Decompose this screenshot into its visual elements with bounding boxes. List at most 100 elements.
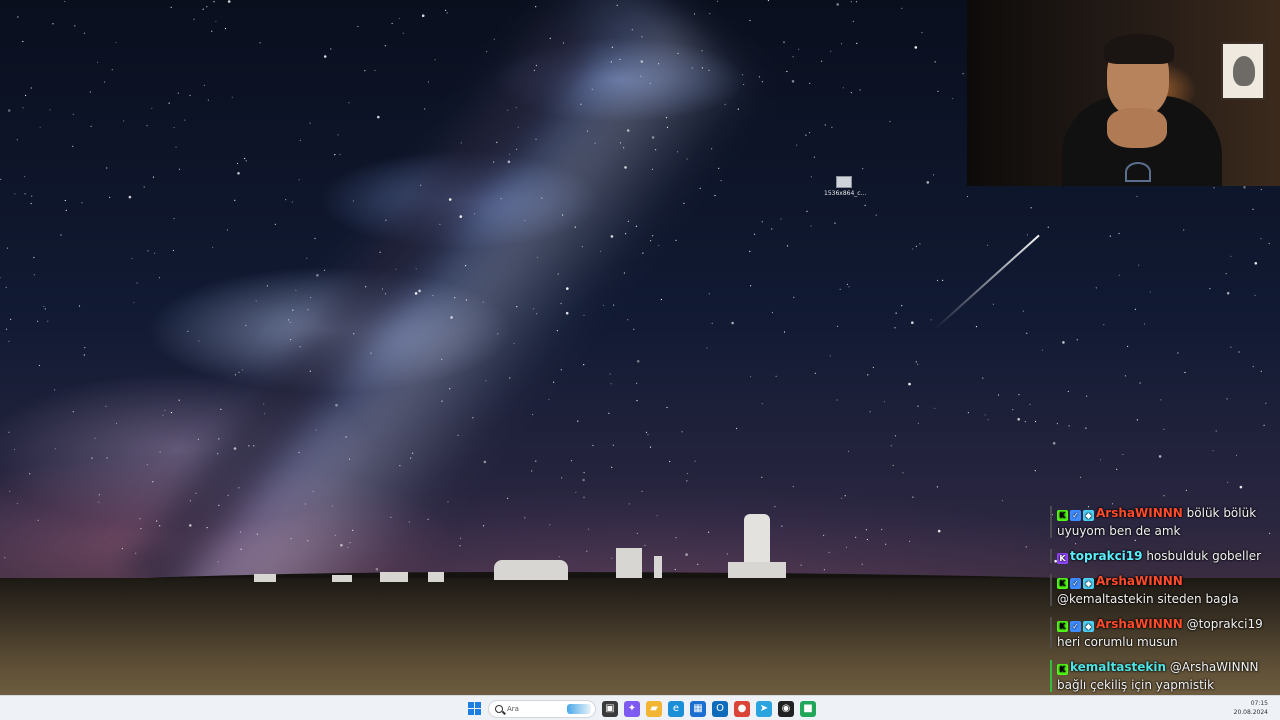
star	[677, 52, 679, 55]
star	[613, 304, 615, 306]
star	[1118, 232, 1120, 235]
star	[290, 538, 292, 540]
star	[177, 92, 179, 94]
star	[516, 148, 518, 150]
star	[911, 321, 914, 325]
chat-username[interactable]: ArshaWINNN	[1096, 506, 1183, 520]
store-icon[interactable]: ▦	[690, 700, 706, 717]
star	[410, 457, 412, 459]
star	[780, 218, 782, 220]
clock-date: 20.08.2024	[1233, 709, 1268, 716]
chat-username[interactable]: ArshaWINNN	[1096, 574, 1183, 588]
star	[1056, 423, 1058, 425]
star	[987, 244, 989, 246]
star	[655, 149, 657, 151]
star	[844, 495, 846, 497]
star	[535, 138, 537, 140]
star	[921, 31, 923, 34]
star	[263, 403, 265, 405]
chat-username[interactable]: ArshaWINNN	[1096, 617, 1183, 631]
search-input[interactable]: Ara	[488, 699, 596, 718]
star	[408, 521, 410, 523]
edge-icon[interactable]: e	[668, 700, 684, 717]
star	[345, 436, 347, 438]
star	[508, 153, 511, 155]
star	[323, 55, 327, 58]
wall-painting	[1221, 42, 1265, 100]
star	[852, 20, 855, 22]
star	[241, 369, 244, 371]
star	[172, 249, 174, 252]
telegram-icon[interactable]: ➤	[756, 700, 772, 717]
verified-badge-icon: ✓	[1070, 621, 1081, 632]
folder-icon[interactable]: ▰	[646, 700, 662, 717]
star	[823, 569, 826, 571]
chat-username[interactable]: toprakci19	[1070, 549, 1143, 563]
star	[348, 458, 351, 460]
kick-badge-icon: K	[1057, 578, 1068, 589]
star	[37, 519, 39, 521]
star	[675, 239, 677, 241]
star	[570, 460, 573, 462]
star	[1158, 455, 1162, 458]
star	[379, 251, 381, 253]
system-clock[interactable]: 07:15 20.08.2024	[1234, 699, 1268, 717]
star	[761, 403, 763, 405]
star	[805, 134, 807, 136]
star	[556, 330, 559, 332]
star	[189, 524, 192, 527]
star	[917, 405, 919, 407]
star	[1227, 481, 1229, 483]
star	[248, 445, 250, 447]
obs-icon[interactable]: ◉	[778, 700, 794, 717]
star	[450, 316, 453, 319]
start-button[interactable]	[466, 701, 482, 717]
star	[660, 298, 663, 301]
star	[7, 109, 11, 112]
star	[78, 305, 81, 307]
star	[159, 525, 161, 527]
star	[189, 94, 191, 96]
star	[274, 223, 276, 225]
star	[649, 446, 652, 448]
star	[1263, 424, 1265, 426]
star	[793, 296, 795, 298]
star	[524, 219, 526, 222]
star	[697, 563, 699, 565]
star	[330, 48, 332, 50]
star	[934, 407, 936, 409]
image-file-icon	[836, 176, 852, 188]
desktop-file-icon[interactable]: 1536x864_c...	[824, 176, 866, 197]
chat-message: K ✓ ◆ ArshaWINNN @toprakci19 heri corumlu m…	[1050, 615, 1276, 651]
star	[9, 490, 11, 492]
star	[666, 126, 669, 128]
star	[536, 313, 538, 315]
star	[686, 472, 689, 475]
star	[1047, 226, 1049, 228]
star	[288, 319, 290, 321]
star	[549, 524, 551, 526]
search-highlight-icon	[567, 703, 591, 714]
chat-username[interactable]: kemaltastekin	[1070, 660, 1166, 674]
star	[856, 42, 858, 45]
star	[441, 400, 443, 402]
chrome-icon[interactable]: ●	[734, 700, 750, 717]
star	[609, 373, 611, 375]
star	[580, 103, 582, 105]
star	[831, 126, 833, 128]
app-green-icon[interactable]: ■	[800, 700, 816, 717]
star	[340, 543, 343, 547]
star	[0, 178, 2, 180]
copilot-icon[interactable]: ✦	[624, 700, 640, 717]
star	[168, 102, 170, 104]
star	[736, 427, 738, 430]
star	[482, 301, 484, 303]
chat-text: hosbulduk gobeller	[1146, 549, 1262, 563]
star	[866, 538, 869, 541]
star	[774, 506, 776, 508]
outlook-icon[interactable]: O	[712, 700, 728, 717]
star	[992, 303, 995, 305]
chat-message: K ✓ ◆ ArshaWINNN @kemaltastekin siteden bag…	[1050, 572, 1276, 608]
file-explorer-icon[interactable]: ▣	[602, 700, 618, 717]
star	[1185, 489, 1187, 491]
